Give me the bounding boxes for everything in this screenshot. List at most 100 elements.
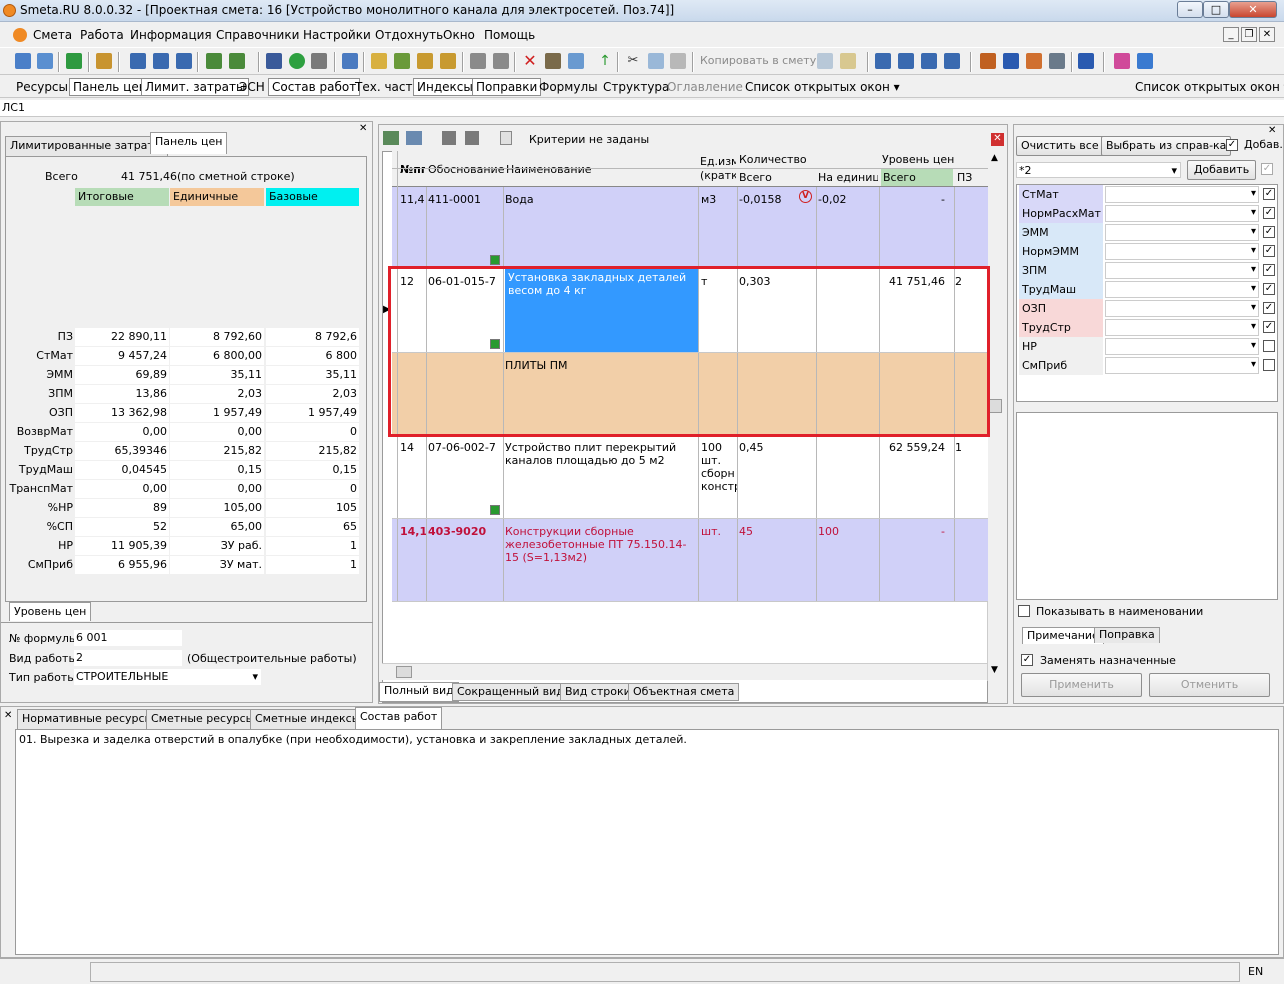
assignment-item-checkbox[interactable] xyxy=(1263,340,1275,352)
export-icon[interactable] xyxy=(342,53,358,69)
assignment-item-select[interactable] xyxy=(1105,243,1259,260)
horizontal-scrollbar[interactable] xyxy=(382,663,987,680)
menu-info[interactable]: Информация xyxy=(130,28,212,42)
save-icon[interactable] xyxy=(266,53,282,69)
assignment-item-select[interactable] xyxy=(1105,338,1259,355)
corrections-button[interactable]: Поправки xyxy=(472,78,542,96)
table-row[interactable]: 14 07-06-002-7 Устройство плит перекрытий … xyxy=(392,435,988,519)
grid-icon[interactable] xyxy=(568,53,584,69)
h-scroll-thumb[interactable] xyxy=(396,666,412,678)
add-disabled-checkbox[interactable]: ✓ xyxy=(1261,163,1273,175)
price-base-cell[interactable]: 35,11 xyxy=(266,366,359,384)
price-base-cell[interactable]: 8 792,6 xyxy=(266,328,359,346)
add-button[interactable]: Добавить xyxy=(1187,160,1256,180)
price-base-cell[interactable]: 0,15 xyxy=(266,461,359,479)
price-total-cell[interactable]: 0,04545 xyxy=(75,461,169,479)
col-price-level[interactable]: Уровень цен xyxy=(882,153,954,166)
price-base-cell[interactable]: 0 xyxy=(266,480,359,498)
cut-icon[interactable]: ✂ xyxy=(625,53,641,69)
indent2-icon[interactable] xyxy=(898,53,914,69)
work-kind-select[interactable]: СТРОИТЕЛЬНЫЕ ▾ xyxy=(74,669,261,685)
refresh-icon[interactable] xyxy=(289,53,305,69)
undo-icon[interactable] xyxy=(311,53,327,69)
price-total-cell[interactable]: 6 955,96 xyxy=(75,556,169,574)
menu-work[interactable]: Работа xyxy=(80,28,124,42)
tab-estimate-resources[interactable]: Сметные ресурсы xyxy=(146,709,260,729)
price-total-cell[interactable]: 13,86 xyxy=(75,385,169,403)
cell-name[interactable]: Вода xyxy=(505,193,698,206)
copy-doc-icon[interactable] xyxy=(817,53,833,69)
price-total-cell[interactable]: 0,00 xyxy=(75,480,169,498)
assignment-item-checkbox[interactable]: ✓ xyxy=(1263,264,1275,276)
cell-per[interactable]: 100 xyxy=(818,525,880,538)
price-base-cell[interactable]: 2,03 xyxy=(266,385,359,403)
cell-num[interactable]: 14,1 xyxy=(400,525,428,538)
assignment-item-checkbox[interactable]: ✓ xyxy=(1263,302,1275,314)
cell-total[interactable]: 41 751,46 xyxy=(881,275,953,288)
panel-close-icon[interactable]: ✕ xyxy=(359,123,367,134)
insert-icon[interactable] xyxy=(417,53,433,69)
list-view-icon[interactable] xyxy=(406,131,422,145)
price-unit-cell[interactable]: 1 957,49 xyxy=(170,404,264,422)
formula-field[interactable]: 6 001 xyxy=(74,630,182,646)
price-panel-button[interactable]: Панель цен xyxy=(69,78,151,96)
search-icon[interactable] xyxy=(96,53,112,69)
mdi-minimize-button[interactable]: _ xyxy=(1223,27,1239,42)
insert2-icon[interactable] xyxy=(440,53,456,69)
assignment-item-select[interactable] xyxy=(1105,224,1259,241)
scroll-thumb[interactable] xyxy=(989,399,1002,413)
price-unit-cell[interactable]: ЗУ мат. xyxy=(170,556,264,574)
cell-num[interactable]: 12 xyxy=(400,275,428,288)
move-down-icon[interactable] xyxy=(465,131,479,145)
price-total-cell[interactable]: 22 890,11 xyxy=(75,328,169,346)
bricks-icon[interactable] xyxy=(1026,53,1042,69)
scroll-down-icon[interactable]: ▼ xyxy=(991,665,998,675)
price-unit-cell[interactable]: 215,82 xyxy=(170,442,264,460)
tab-note[interactable]: Примечание xyxy=(1022,627,1104,644)
cell-unit[interactable]: м3 xyxy=(701,193,738,206)
tab-work-composition[interactable]: Состав работ xyxy=(355,707,443,729)
work-composition-button[interactable]: Состав работ xyxy=(268,78,361,96)
price-base-cell[interactable]: 105 xyxy=(266,499,359,517)
col-basis[interactable]: Обоснование xyxy=(428,163,504,176)
excel-icon[interactable] xyxy=(66,53,82,69)
cell-per[interactable]: -0,02 xyxy=(818,193,880,206)
tab-norm-resources[interactable]: Нормативные ресурсы xyxy=(17,709,159,729)
assignment-item-checkbox[interactable]: ✓ xyxy=(1263,226,1275,238)
books-icon[interactable] xyxy=(1114,53,1130,69)
p-icon[interactable] xyxy=(153,53,169,69)
price-total-cell[interactable]: 52 xyxy=(75,518,169,536)
attachment-icon[interactable] xyxy=(490,339,500,349)
menu-rest[interactable]: Отдохнуть xyxy=(375,28,443,42)
apply-button[interactable]: Применить xyxy=(1021,673,1142,697)
table-row[interactable]: 12 06-01-015-7 Установка закладных деталей… xyxy=(392,269,988,353)
cancel-button[interactable]: Отменить xyxy=(1149,673,1270,697)
tab-row-view[interactable]: Вид строки xyxy=(560,683,636,701)
indent-icon[interactable] xyxy=(875,53,891,69)
cell-unit[interactable]: т xyxy=(701,275,738,288)
table-row[interactable]: 14,1 403-9020 Конструкции сборные железобе… xyxy=(392,519,988,602)
move-icon[interactable] xyxy=(545,53,561,69)
copy-to-smeta-button[interactable]: Копировать в смету xyxy=(700,54,816,67)
menu-settings[interactable]: Настройки xyxy=(303,28,371,42)
price-total-cell[interactable]: 11 905,39 xyxy=(75,537,169,555)
cell-basis[interactable]: 06-01-015-7 xyxy=(428,275,504,288)
col-name[interactable]: Наименование xyxy=(506,163,591,176)
col-price-total[interactable]: Всего xyxy=(881,169,953,186)
price-unit-cell[interactable]: 65,00 xyxy=(170,518,264,536)
books2-icon[interactable] xyxy=(1137,53,1153,69)
price-total-cell[interactable]: 9 457,24 xyxy=(75,347,169,365)
outdent2-icon[interactable] xyxy=(944,53,960,69)
tab-estimate-indexes[interactable]: Сметные индексы xyxy=(250,709,366,729)
assignment-item-checkbox[interactable]: ✓ xyxy=(1263,188,1275,200)
col-num[interactable]: №пп xyxy=(400,163,425,176)
cell-pz[interactable]: 1 xyxy=(955,441,988,454)
open-windows-list-right[interactable]: Список открытых окон ▾ xyxy=(1131,78,1284,96)
price-unit-cell[interactable]: 35,11 xyxy=(170,366,264,384)
ls-icon[interactable] xyxy=(130,53,146,69)
assignment-item-select[interactable] xyxy=(1105,300,1259,317)
mdi-restore-button[interactable]: ❐ xyxy=(1241,27,1257,42)
tab-limited-costs[interactable]: Лимитированные затраты xyxy=(5,136,168,156)
table-row[interactable]: 11,4 411-0001 Вода м3 -0,0158 -0,02- V xyxy=(392,187,988,269)
delete-icon[interactable]: ✕ xyxy=(522,53,538,69)
